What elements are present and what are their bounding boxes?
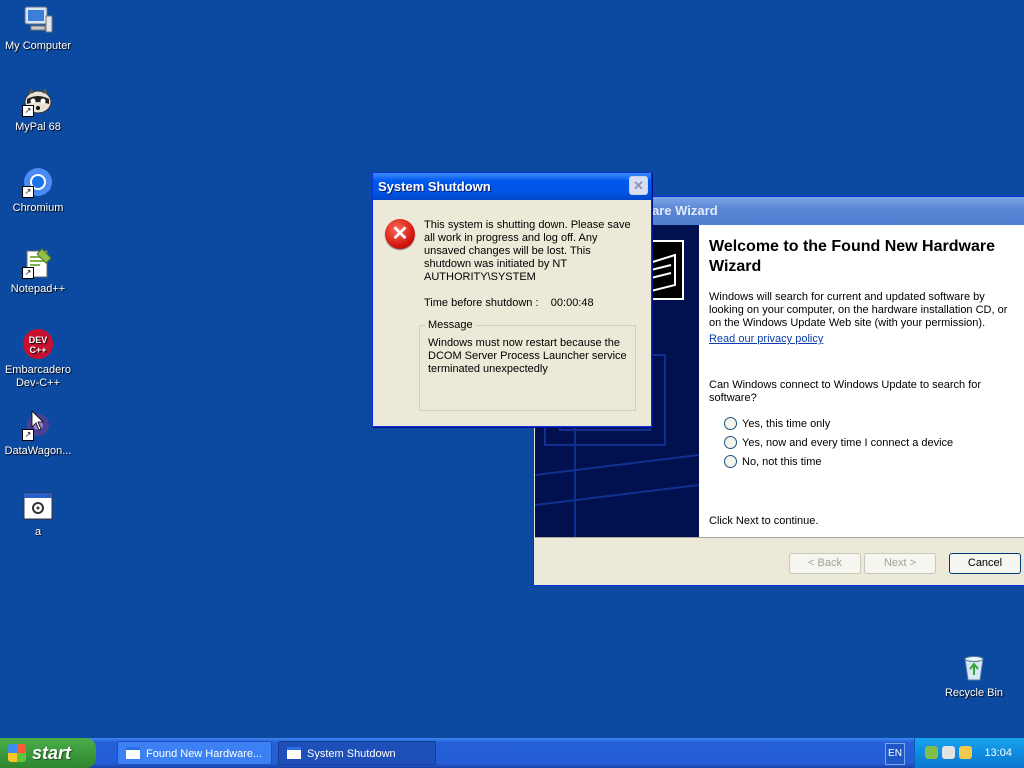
- radio-yes-this-time[interactable]: Yes, this time only: [724, 417, 830, 430]
- wizard-question: Can Windows connect to Windows Update to…: [709, 379, 982, 404]
- taskbar-button-found-new-hardware[interactable]: Found New Hardware...: [117, 741, 272, 765]
- taskbar-button-label: Found New Hardware...: [146, 748, 263, 760]
- desktop-icon-recycle-bin[interactable]: Recycle Bin: [936, 651, 1012, 700]
- message-group: Message Windows must now restart because…: [419, 319, 636, 411]
- wizard-intro-text: Windows will search for current and upda…: [709, 291, 1008, 329]
- recycle-bin-icon: [958, 651, 990, 683]
- close-button[interactable]: ✕: [629, 176, 648, 195]
- shutdown-timer: Time before shutdown : 00:00:48: [424, 297, 594, 309]
- radio-label: Yes, now and every time I connect a devi…: [742, 436, 954, 449]
- radio-yes-every-time[interactable]: Yes, now and every time I connect a devi…: [724, 436, 953, 449]
- svg-text:C++: C++: [29, 345, 46, 355]
- shortcut-arrow-icon: ↗: [22, 267, 34, 279]
- close-icon: ✕: [633, 178, 644, 193]
- desktop-icon-label: Notepad++: [10, 283, 66, 295]
- system-tray: 13:04: [914, 738, 1024, 768]
- tray-app-icon[interactable]: [959, 746, 972, 759]
- desktop-icon-label: Recycle Bin: [944, 687, 1004, 699]
- windows-flag-icon: [8, 744, 26, 762]
- system-shutdown-dialog[interactable]: System Shutdown ✕ ✕ This system is shutt…: [372, 172, 652, 427]
- desktop-icon-my-computer[interactable]: My Computer: [0, 4, 76, 53]
- desktop-icon-label: Embarcadero Dev-C++: [4, 364, 72, 389]
- application-window-icon: [22, 490, 54, 522]
- taskbar-button-label: System Shutdown: [307, 748, 396, 760]
- language-indicator[interactable]: EN: [885, 743, 905, 765]
- taskbar-button-system-shutdown[interactable]: System Shutdown: [278, 741, 436, 765]
- my-computer-icon: [22, 4, 54, 36]
- radio-label: Yes, this time only: [742, 417, 831, 430]
- desktop-icon-label: My Computer: [4, 40, 72, 52]
- taskbar: start Found New Hardware... System Shutd…: [0, 738, 1024, 768]
- start-button[interactable]: start: [0, 738, 96, 768]
- desktop-icon-label: DataWagon...: [4, 445, 72, 457]
- wizard-title: are Wizard: [652, 203, 718, 218]
- clock: 13:04: [984, 747, 1012, 759]
- shortcut-arrow-icon: ↗: [22, 429, 34, 441]
- shortcut-arrow-icon: ↗: [22, 105, 34, 117]
- back-button[interactable]: < Back: [789, 553, 861, 574]
- radio-button[interactable]: [724, 455, 737, 468]
- window-icon: [287, 747, 301, 759]
- desktop-icon-label: MyPal 68: [15, 121, 61, 133]
- svg-text:DEV: DEV: [29, 335, 48, 345]
- chromium-icon: ↗: [22, 166, 54, 198]
- shortcut-arrow-icon: ↗: [22, 186, 34, 198]
- wizard-continue-text: Click Next to continue.: [709, 515, 819, 527]
- raccoon-icon: ↗: [22, 85, 54, 117]
- message-group-label: Message: [425, 319, 476, 331]
- datawagon-icon: ↗: [22, 409, 54, 441]
- network-icon[interactable]: [925, 746, 938, 759]
- error-icon: ✕: [385, 219, 415, 249]
- radio-no-not-this-time[interactable]: No, not this time: [724, 455, 821, 468]
- wizard-content: Welcome to the Found New Hardware Wizard…: [699, 225, 1024, 537]
- cancel-button[interactable]: Cancel: [949, 553, 1021, 574]
- shutdown-message: This system is shutting down. Please sav…: [424, 219, 631, 283]
- desktop-icon-datawagon[interactable]: ↗ DataWagon...: [0, 409, 76, 458]
- start-label: start: [32, 743, 72, 763]
- security-icon[interactable]: [942, 746, 955, 759]
- desktop-icon-label: Chromium: [12, 202, 64, 214]
- timer-label: Time before shutdown :: [424, 297, 539, 309]
- desktop-icon-devcpp[interactable]: DEV C++ Embarcadero Dev-C++: [0, 328, 76, 390]
- wizard-divider: [535, 537, 1024, 538]
- privacy-policy-link[interactable]: Read our privacy policy: [709, 333, 1019, 346]
- desktop-icon-notepad-plus-plus[interactable]: ↗ Notepad++: [0, 247, 76, 296]
- desktop-icon-label: a: [34, 526, 42, 538]
- window-icon: [126, 747, 140, 759]
- devcpp-icon: DEV C++: [22, 328, 54, 360]
- message-group-text: Windows must now restart because the DCO…: [428, 337, 627, 375]
- desktop-icon-a[interactable]: a: [0, 490, 76, 539]
- next-button[interactable]: Next >: [864, 553, 936, 574]
- desktop-icon-chromium[interactable]: ↗ Chromium: [0, 166, 76, 215]
- desktop-icon-mypal[interactable]: ↗ MyPal 68: [0, 85, 76, 134]
- timer-value: 00:00:48: [550, 297, 594, 309]
- shutdown-titlebar[interactable]: System Shutdown ✕: [373, 173, 651, 200]
- notepad-plus-plus-icon: ↗: [22, 247, 54, 279]
- radio-label: No, not this time: [742, 455, 822, 468]
- wizard-heading: Welcome to the Found New Hardware Wizard: [709, 238, 995, 275]
- radio-button[interactable]: [724, 436, 737, 449]
- shutdown-title: System Shutdown: [378, 179, 491, 194]
- radio-button[interactable]: [724, 417, 737, 430]
